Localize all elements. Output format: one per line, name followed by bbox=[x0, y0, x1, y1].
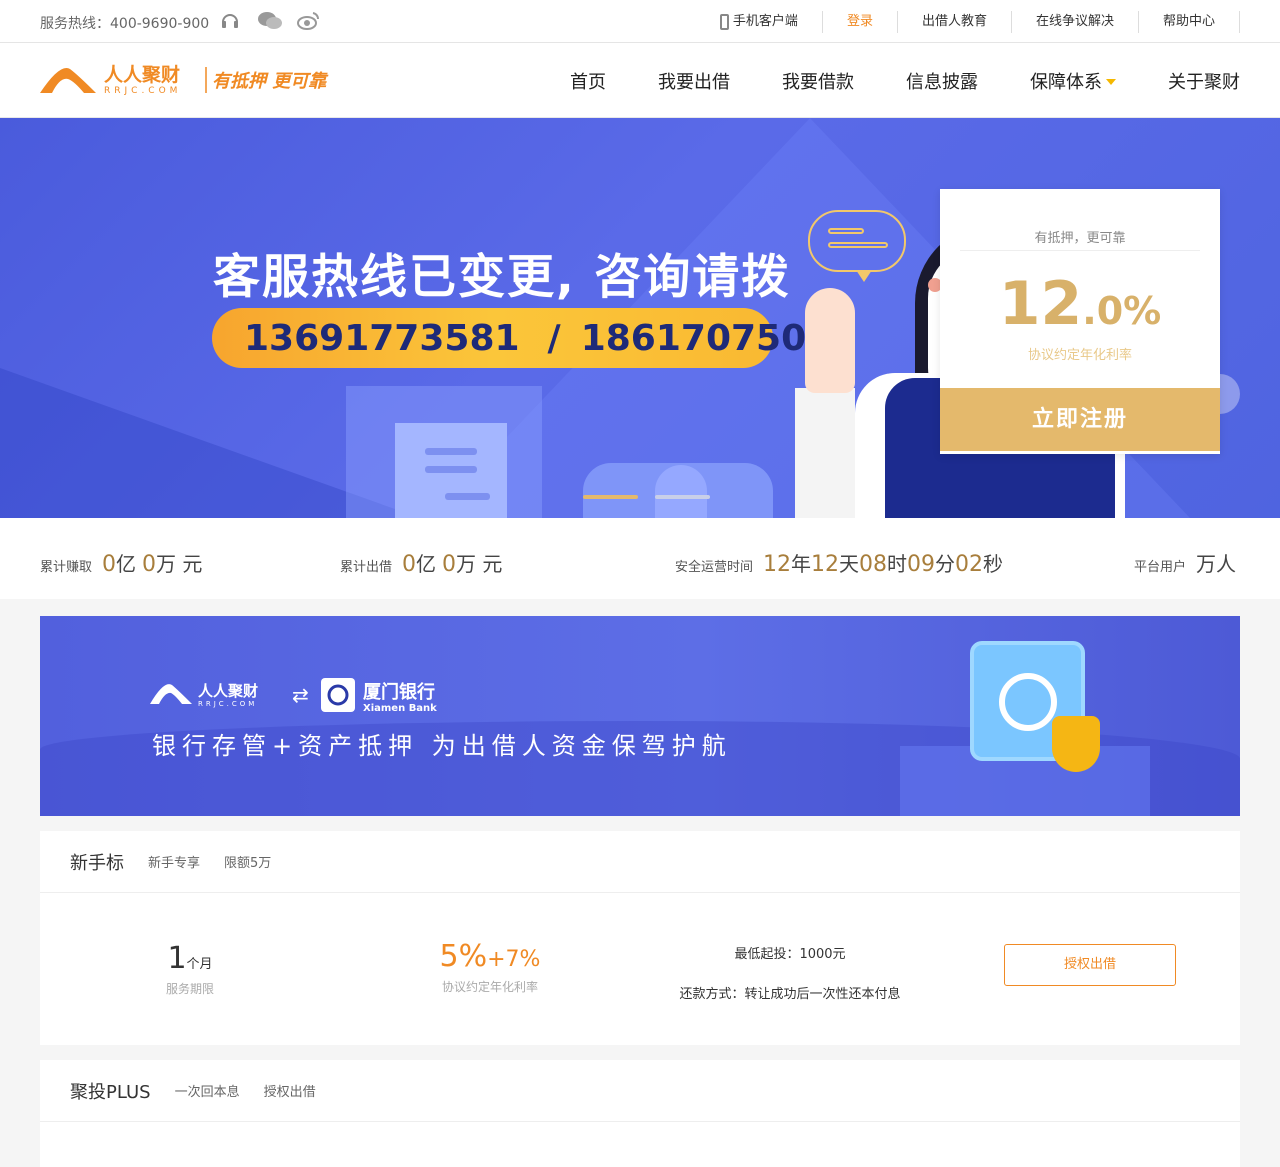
bank-name: 厦门银行 bbox=[363, 681, 435, 703]
weibo-icon[interactable] bbox=[297, 10, 321, 32]
xiamen-bank-logo-icon: 厦门银行 Xiamen Bank bbox=[320, 678, 437, 714]
site-logo[interactable]: 人人聚财 RRJC.COM 有抵押 更可靠 bbox=[40, 59, 340, 103]
banner-title: 客服热线已变更, 咨询请拨 bbox=[213, 250, 791, 305]
receipt-line bbox=[425, 448, 477, 455]
hotline-pill: 13691773581 / 18617075076 bbox=[212, 308, 856, 368]
product-tag: 新手专享 bbox=[148, 856, 201, 871]
register-rate: 12.0% bbox=[998, 269, 1162, 339]
bank-custody-banner[interactable]: 人人聚财 RRJC.COM ⇄ 厦门银行 Xiamen Bank 银行存管+资产… bbox=[40, 616, 1240, 816]
exchange-arrows-icon: ⇄ bbox=[292, 683, 309, 707]
product-tag: 限额5万 bbox=[224, 856, 272, 871]
platform-stats: 累计赚取 0亿 0万 元 累计出借 0亿 0万 元 安全运营时间 12 年 12 天… bbox=[0, 518, 1280, 599]
svg-text:有抵押 更可靠: 有抵押 更可靠 bbox=[212, 71, 329, 92]
partner-tagline: 银行存管+资产抵押 为出借人资金保驾护航 bbox=[152, 732, 732, 760]
hero-banner[interactable]: 客服热线已变更, 咨询请拨 13691773581 / 18617075076 … bbox=[0, 118, 1280, 518]
receipt-illustration bbox=[395, 423, 507, 518]
wechat-icon[interactable] bbox=[257, 10, 283, 32]
main-nav: 首页 我要出借 我要借款 信息披露 保障体系 关于聚财 bbox=[518, 43, 1240, 118]
register-slogan: 有抵押，更可靠 bbox=[960, 227, 1200, 251]
nav-security[interactable]: 保障体系 bbox=[1030, 68, 1116, 94]
stat-earned: 累计赚取 0亿 0万 元 bbox=[40, 552, 203, 577]
product-header: 聚投PLUS 一次回本息 授权出借 bbox=[40, 1060, 1240, 1122]
chevron-down-icon bbox=[1106, 78, 1116, 85]
mobile-icon bbox=[719, 13, 729, 30]
help-center-link[interactable]: 帮助中心 bbox=[1139, 10, 1240, 33]
receipt-line bbox=[445, 493, 490, 500]
authorize-lend-button[interactable]: 授权出借 bbox=[1004, 944, 1176, 986]
svg-text:RRJC.COM: RRJC.COM bbox=[104, 86, 181, 96]
product-info: 最低起投：1000元 还款方式：转让成功后一次性还本付息 bbox=[640, 935, 940, 1015]
nav-about[interactable]: 关于聚财 bbox=[1168, 68, 1240, 94]
product-title: 聚投PLUS bbox=[70, 1081, 151, 1103]
register-rate-label: 协议约定年化利率 bbox=[1027, 348, 1132, 363]
hotline-separator: / bbox=[547, 317, 561, 359]
nav-home[interactable]: 首页 bbox=[570, 68, 606, 94]
lender-education-link[interactable]: 出借人教育 bbox=[898, 10, 1012, 33]
product-tag: 授权出借 bbox=[263, 1085, 316, 1100]
main-header: 人人聚财 RRJC.COM 有抵押 更可靠 首页 我要出借 我要借款 信息披露 … bbox=[0, 43, 1280, 118]
nav-disclosure[interactable]: 信息披露 bbox=[906, 68, 978, 94]
product-card-plus: 聚投PLUS 一次回本息 授权出借 bbox=[40, 1060, 1240, 1167]
min-investment: 最低起投：1000元 bbox=[734, 947, 846, 962]
rrjc-logo-icon: 人人聚财 RRJC.COM 有抵押 更可靠 bbox=[40, 63, 329, 96]
product-tag: 一次回本息 bbox=[174, 1085, 240, 1100]
stat-uptime: 安全运营时间 12 年 12 天 08 时 09 分 02 秒 bbox=[675, 552, 1004, 577]
partner-brand-domain: RRJC.COM bbox=[198, 700, 257, 708]
stat-users: 平台用户 万人 bbox=[1134, 552, 1237, 576]
product-header: 新手标 新手专享 限额5万 bbox=[40, 831, 1240, 893]
receipt-line bbox=[425, 466, 477, 473]
partner-logos: 人人聚财 RRJC.COM ⇄ 厦门银行 Xiamen Bank bbox=[150, 676, 471, 714]
product-card-newbie: 新手标 新手专享 限额5万 1个月 服务期限 5%+7% 协议约定年化利率 最低… bbox=[40, 831, 1240, 1045]
carousel-dot-1[interactable] bbox=[583, 495, 638, 499]
bank-name-en: Xiamen Bank bbox=[363, 703, 437, 714]
rrjc-logo-icon: 人人聚财 RRJC.COM bbox=[150, 682, 258, 708]
speech-bubble-icon bbox=[808, 210, 906, 282]
service-hotline: 服务热线：400-9690-900 bbox=[40, 16, 210, 32]
mobile-client-link[interactable]: 手机客户端 bbox=[696, 10, 823, 33]
dispute-resolution-link[interactable]: 在线争议解决 bbox=[1012, 10, 1139, 33]
partner-brand-name: 人人聚财 bbox=[198, 682, 258, 700]
service-period: 1个月 服务期限 bbox=[165, 941, 214, 996]
svg-text:人人聚财: 人人聚财 bbox=[104, 63, 180, 86]
login-link[interactable]: 登录 bbox=[823, 10, 898, 33]
shield-check-icon bbox=[1052, 716, 1100, 772]
hotline-number-1: 13691773581 bbox=[244, 317, 520, 359]
nav-invest[interactable]: 我要出借 bbox=[658, 68, 730, 94]
girl-arm bbox=[795, 388, 855, 518]
carousel-dot-2[interactable] bbox=[655, 495, 710, 499]
product-rate: 5%+7% 协议约定年化利率 bbox=[439, 939, 541, 994]
product-title: 新手标 bbox=[70, 852, 124, 874]
nav-borrow[interactable]: 我要借款 bbox=[782, 68, 854, 94]
top-bar: 服务热线：400-9690-900 手机客户端 登录 出借人教育 在线争议解决 … bbox=[0, 0, 1280, 43]
headset-icon[interactable] bbox=[219, 10, 241, 32]
stat-lent: 累计出借 0亿 0万 元 bbox=[340, 552, 503, 577]
top-links: 手机客户端 登录 出借人教育 在线争议解决 帮助中心 bbox=[696, 0, 1240, 43]
pointing-hand-icon bbox=[805, 288, 855, 393]
scroll-illustration bbox=[655, 465, 707, 518]
register-button[interactable]: 立即注册 bbox=[940, 388, 1220, 451]
repayment-method: 还款方式：转让成功后一次性还本付息 bbox=[679, 987, 901, 1002]
